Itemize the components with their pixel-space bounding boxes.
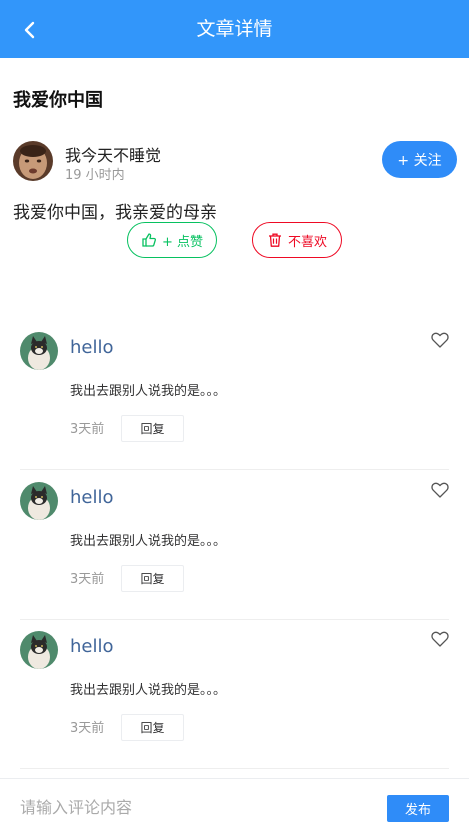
comment-text: 我出去跟别人说我的是。。。 <box>70 534 227 549</box>
like-button[interactable]: + 点赞 <box>127 222 217 258</box>
article-content: 我爱你中国，我亲爱的母亲 <box>13 203 217 223</box>
commenter-avatar[interactable] <box>20 332 58 370</box>
author-name[interactable]: 我今天不睡觉 <box>65 142 161 166</box>
like-label: + 点赞 <box>161 234 204 250</box>
reply-button[interactable]: 回复 <box>121 714 184 741</box>
comment-time: 3天前 <box>70 422 105 437</box>
comment-time: 3天前 <box>70 572 105 587</box>
trash-icon <box>268 233 281 247</box>
comment-bar: 发布 <box>0 778 469 836</box>
follow-button[interactable]: + 关注 <box>382 141 457 178</box>
reply-button[interactable]: 回复 <box>121 415 184 442</box>
commenter-name[interactable]: hello <box>70 636 114 657</box>
article-title: 我爱你中国 <box>13 90 103 111</box>
reply-button[interactable]: 回复 <box>121 565 184 592</box>
dislike-label: 不喜欢 <box>287 234 327 250</box>
commenter-avatar[interactable] <box>20 631 58 669</box>
post-time: 19 小时内 <box>65 168 125 183</box>
comment-time: 3天前 <box>70 721 105 736</box>
comment-text: 我出去跟别人说我的是。。。 <box>70 683 227 698</box>
heart-icon[interactable] <box>430 330 450 350</box>
heart-icon[interactable] <box>430 629 450 649</box>
commenter-avatar[interactable] <box>20 482 58 520</box>
author-avatar[interactable] <box>13 141 53 181</box>
publish-button[interactable]: 发布 <box>387 795 449 822</box>
comment-text: 我出去跟别人说我的是。。。 <box>70 384 227 399</box>
dislike-button[interactable]: 不喜欢 <box>252 222 342 258</box>
commenter-name[interactable]: hello <box>70 337 114 358</box>
thumbs-up-icon <box>142 233 157 247</box>
comment-item: hello 我出去跟别人说我的是。。。 3天前 回复 <box>20 470 449 620</box>
comment-item: hello 我出去跟别人说我的是。。。 3天前 回复 <box>20 320 449 470</box>
comment-input[interactable] <box>20 793 360 821</box>
commenter-name[interactable]: hello <box>70 487 114 508</box>
top-navbar: 文章详情 <box>0 0 469 58</box>
heart-icon[interactable] <box>430 480 450 500</box>
comment-item: hello 我出去跟别人说我的是。。。 3天前 回复 <box>20 619 449 769</box>
page-title: 文章详情 <box>196 18 273 40</box>
